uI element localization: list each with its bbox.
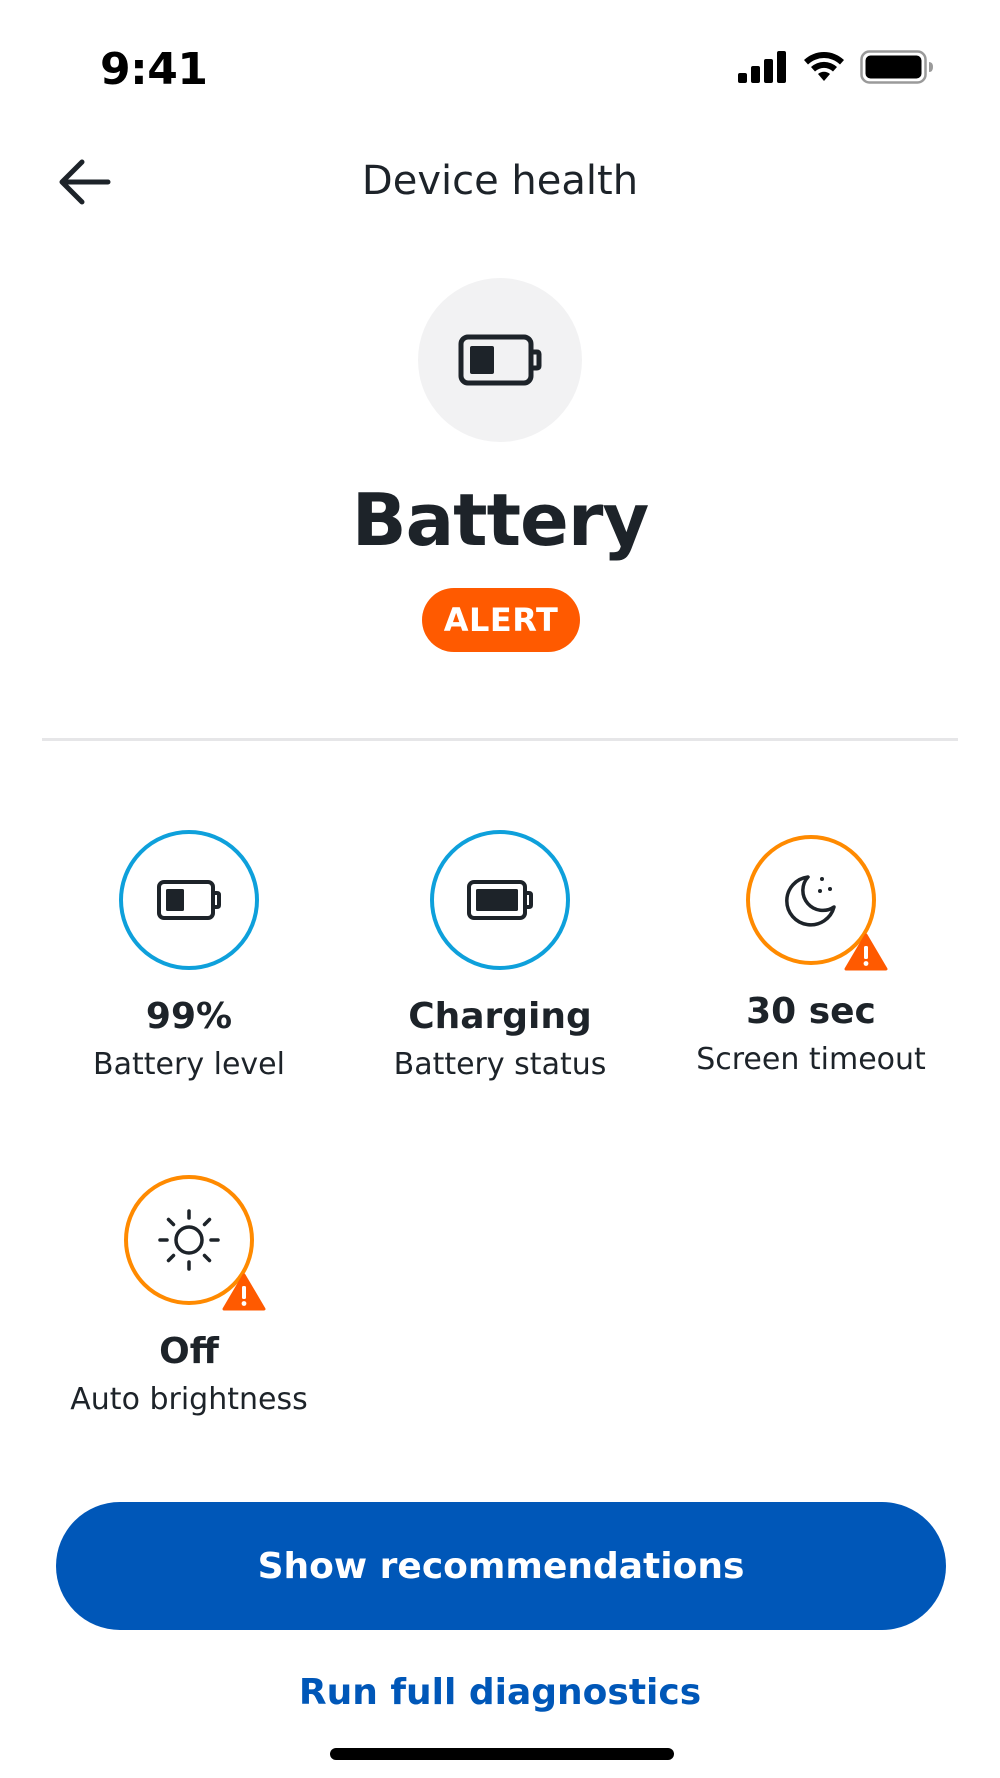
warning-icon: [222, 1273, 266, 1311]
metric-screen-timeout[interactable]: 30 sec Screen timeout: [651, 830, 971, 1077]
alert-badge: ALERT: [422, 588, 580, 652]
metric-value: 99%: [145, 996, 233, 1037]
battery-full-icon: [467, 880, 533, 920]
moon-icon: [785, 875, 836, 927]
metric-ring: [124, 1175, 266, 1311]
metric-value: Charging: [408, 996, 592, 1037]
battery-half-icon: [458, 334, 542, 386]
metric-auto-brightness[interactable]: Off Auto brightness: [29, 1170, 349, 1417]
nav-bar: Device health: [0, 140, 1000, 224]
metric-ring: [746, 835, 888, 971]
home-indicator: [330, 1748, 674, 1760]
metric-value: Off: [159, 1331, 219, 1372]
warning-icon: [844, 933, 888, 971]
page-title: Device health: [361, 158, 639, 204]
metric-label: Auto brightness: [70, 1382, 308, 1417]
metric-battery-status[interactable]: Charging Battery status: [340, 830, 660, 1082]
metric-label: Battery status: [393, 1047, 607, 1082]
sun-icon: [158, 1209, 220, 1271]
hero-battery-icon-container: [418, 278, 582, 442]
signal-icon: [738, 51, 786, 83]
status-time: 9:41: [100, 44, 208, 95]
metric-value: 30 sec: [746, 991, 876, 1032]
metric-ring: [430, 830, 570, 970]
hero-title: Battery: [351, 478, 650, 562]
metric-label: Screen timeout: [696, 1042, 926, 1077]
metric-battery-level[interactable]: 99% Battery level: [29, 830, 349, 1082]
metric-label: Battery level: [93, 1047, 285, 1082]
status-icons: [738, 50, 934, 84]
divider: [42, 738, 958, 741]
show-recommendations-button[interactable]: Show recommendations: [56, 1502, 946, 1630]
run-full-diagnostics-link[interactable]: Run full diagnostics: [0, 1672, 1000, 1713]
metric-ring: [119, 830, 259, 970]
wifi-icon: [804, 52, 844, 81]
battery-icon: [860, 50, 933, 84]
battery-half-icon: [157, 880, 221, 920]
status-bar: 9:41: [0, 0, 1000, 140]
